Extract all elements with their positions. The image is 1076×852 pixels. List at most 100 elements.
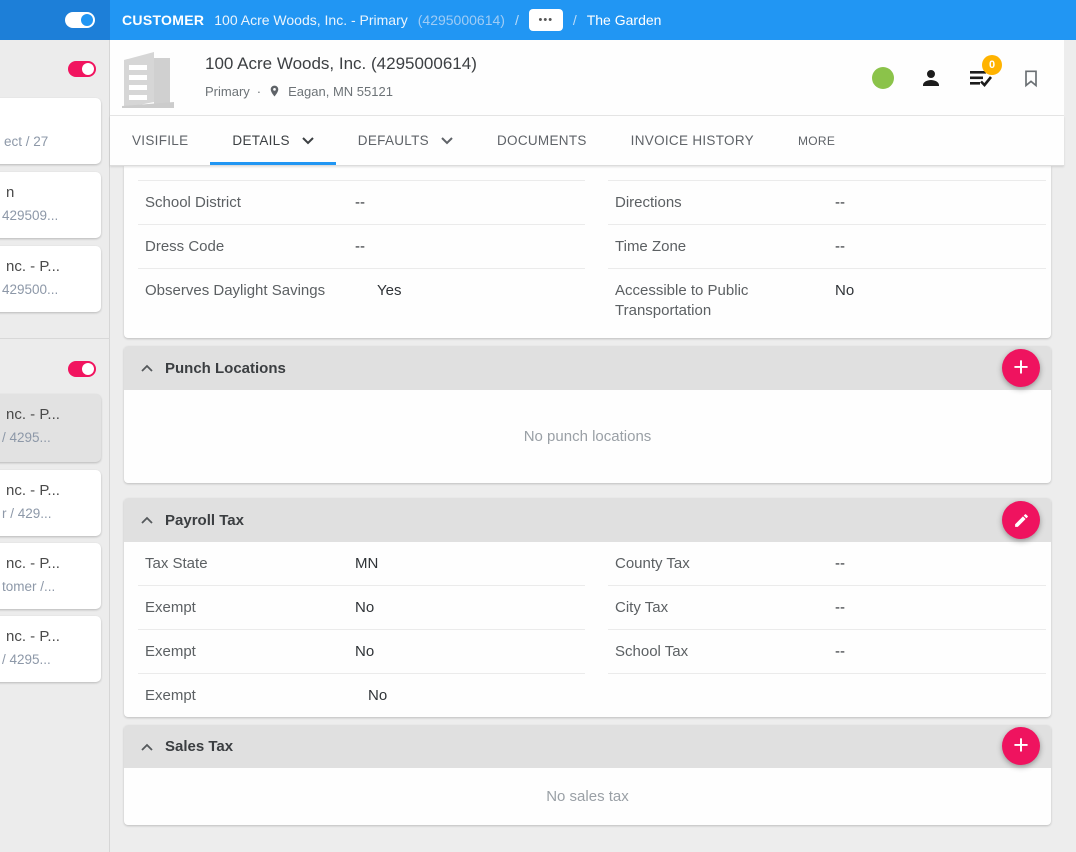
topbar-toggle[interactable] [65,12,95,28]
tab-details[interactable]: DETAILS [210,116,337,165]
toggle-knob [82,363,94,375]
chevron-up-icon[interactable] [141,516,153,524]
sidebar-card[interactable]: n 429509... [0,172,101,238]
field-value: -- [835,194,845,211]
section-title: Sales Tax [165,738,234,755]
customer-header: 100 Acre Woods, Inc. (4295000614) Primar… [110,40,1064,116]
field-label: Accessible to Public Transportation [615,282,749,319]
punch-locations-card: Punch Locations + No punch locations [124,346,1051,483]
field-value: Yes [377,282,402,299]
header-actions: 0 [872,40,1044,116]
field-value: No [835,282,855,299]
content-area: School District -- Dress Code -- Observe… [110,166,1076,852]
bookmark-button[interactable] [1018,65,1044,91]
sales-tax-header: Sales Tax + [124,725,1051,768]
payroll-tax-card: Payroll Tax Tax State MN Exempt No Exemp… [124,498,1051,717]
table-row-partial [608,166,1046,181]
table-row: City Tax -- [608,586,1046,630]
sidebar-card-subtitle: 429509... [2,208,59,223]
payroll-left-column: Tax State MN Exempt No Exempt No Exempt … [138,542,585,718]
sidebar-card-subtitle: / 4295... [2,652,51,667]
table-row: Observes Daylight Savings Yes [138,269,585,313]
top-navigation-bar: CUSTOMER 100 Acre Woods, Inc. - Primary … [0,0,1076,40]
customer-subtitle: Primary · Eagan, MN 55121 [205,83,393,99]
chevron-up-icon[interactable] [141,364,153,372]
plus-icon: + [1013,729,1029,760]
add-punch-location-button[interactable]: + [1002,349,1040,387]
breadcrumb-entity-id: (4295000614) [417,12,505,28]
tab-more[interactable]: MORE [776,116,857,165]
location-pin-icon [270,85,279,97]
field-value: No [355,599,375,616]
add-sales-tax-button[interactable]: + [1002,727,1040,765]
details-card: School District -- Dress Code -- Observe… [124,166,1051,338]
tab-label: MORE [797,133,836,148]
sidebar-card-selected[interactable]: nc. - P... / 4295... [0,394,101,462]
tasks-button[interactable]: 0 [968,55,1002,91]
sidebar-card-subtitle: 429500... [2,282,59,297]
table-row: Time Zone -- [608,225,1046,269]
table-row: County Tax -- [608,542,1046,586]
tab-defaults[interactable]: DEFAULTS [336,116,475,165]
sidebar-card-title: n [6,184,15,201]
payroll-tax-header: Payroll Tax [124,498,1051,542]
details-right-column: Directions -- Time Zone -- Accessible to… [608,166,1046,327]
field-value: No [355,643,375,660]
sidebar-card-subtitle: / 4295... [2,430,51,445]
details-left-column: School District -- Dress Code -- Observe… [138,166,585,313]
table-row: Exempt No [138,630,585,674]
table-row: School Tax -- [608,630,1046,674]
sidebar-group1-toggle[interactable] [68,61,96,77]
chevron-down-icon [441,136,453,144]
sidebar-card-title: nc. - P... [6,406,60,423]
tab-invoice-history[interactable]: INVOICE HISTORY [609,116,776,165]
edit-payroll-tax-button[interactable] [1002,501,1040,539]
chevron-up-icon[interactable] [141,743,153,751]
field-value: -- [355,238,365,255]
tasks-badge: 0 [982,55,1002,75]
sidebar-group2-toggle[interactable] [68,361,96,377]
field-value: No [368,687,388,704]
tab-visifile[interactable]: VISIFILE [110,116,210,165]
tab-label: INVOICE HISTORY [630,133,754,148]
pencil-icon [1014,513,1028,527]
sidebar: ect / 27 n 429509... nc. - P... 429500..… [0,40,110,852]
chevron-down-icon [302,136,314,144]
field-label: Exempt [145,599,196,616]
breadcrumb-ellipsis-button[interactable]: ••• [528,9,563,31]
breadcrumb-separator: / [572,12,577,28]
sidebar-counter-text: ect / 27 [4,134,49,149]
contact-person-button[interactable] [918,65,944,91]
topbar-toggle-knob [81,14,93,26]
sidebar-card[interactable]: nc. - P... tomer /... [0,543,101,609]
record-type-label: Primary [205,83,250,99]
sidebar-card[interactable]: nc. - P... r / 429... [0,470,101,536]
table-row: School District -- [138,181,585,225]
breadcrumb-entity-name[interactable]: 100 Acre Woods, Inc. - Primary [214,12,407,28]
sidebar-card-title: nc. - P... [6,258,60,275]
breadcrumb-separator: / [514,12,519,28]
sales-tax-empty-message: No sales tax [546,788,629,805]
sidebar-card[interactable]: nc. - P... / 4295... [0,616,101,682]
payroll-right-column: County Tax -- City Tax -- School Tax -- [608,542,1046,674]
tab-label: DETAILS [232,133,290,148]
person-icon [923,70,939,86]
field-label: Directions [615,194,682,211]
field-label: Tax State [145,555,208,572]
sidebar-card[interactable]: nc. - P... 429500... [0,246,101,312]
sidebar-card-counter[interactable]: ect / 27 [0,98,101,164]
status-indicator[interactable] [872,67,894,89]
breadcrumb: CUSTOMER 100 Acre Woods, Inc. - Primary … [122,0,661,40]
plus-icon: + [1013,351,1029,382]
sidebar-section-divider [0,338,110,339]
section-title: Punch Locations [165,359,286,377]
section-title: Payroll Tax [165,511,244,529]
sidebar-card-title: nc. - P... [6,482,60,499]
tab-label: DEFAULTS [357,133,429,148]
breadcrumb-current-page: The Garden [586,12,662,28]
punch-locations-empty-message: No punch locations [523,428,652,445]
dot-separator: · [256,83,262,99]
field-label: Exempt [145,643,196,660]
tab-documents[interactable]: DOCUMENTS [475,116,609,165]
tab-label: VISIFILE [132,133,189,148]
